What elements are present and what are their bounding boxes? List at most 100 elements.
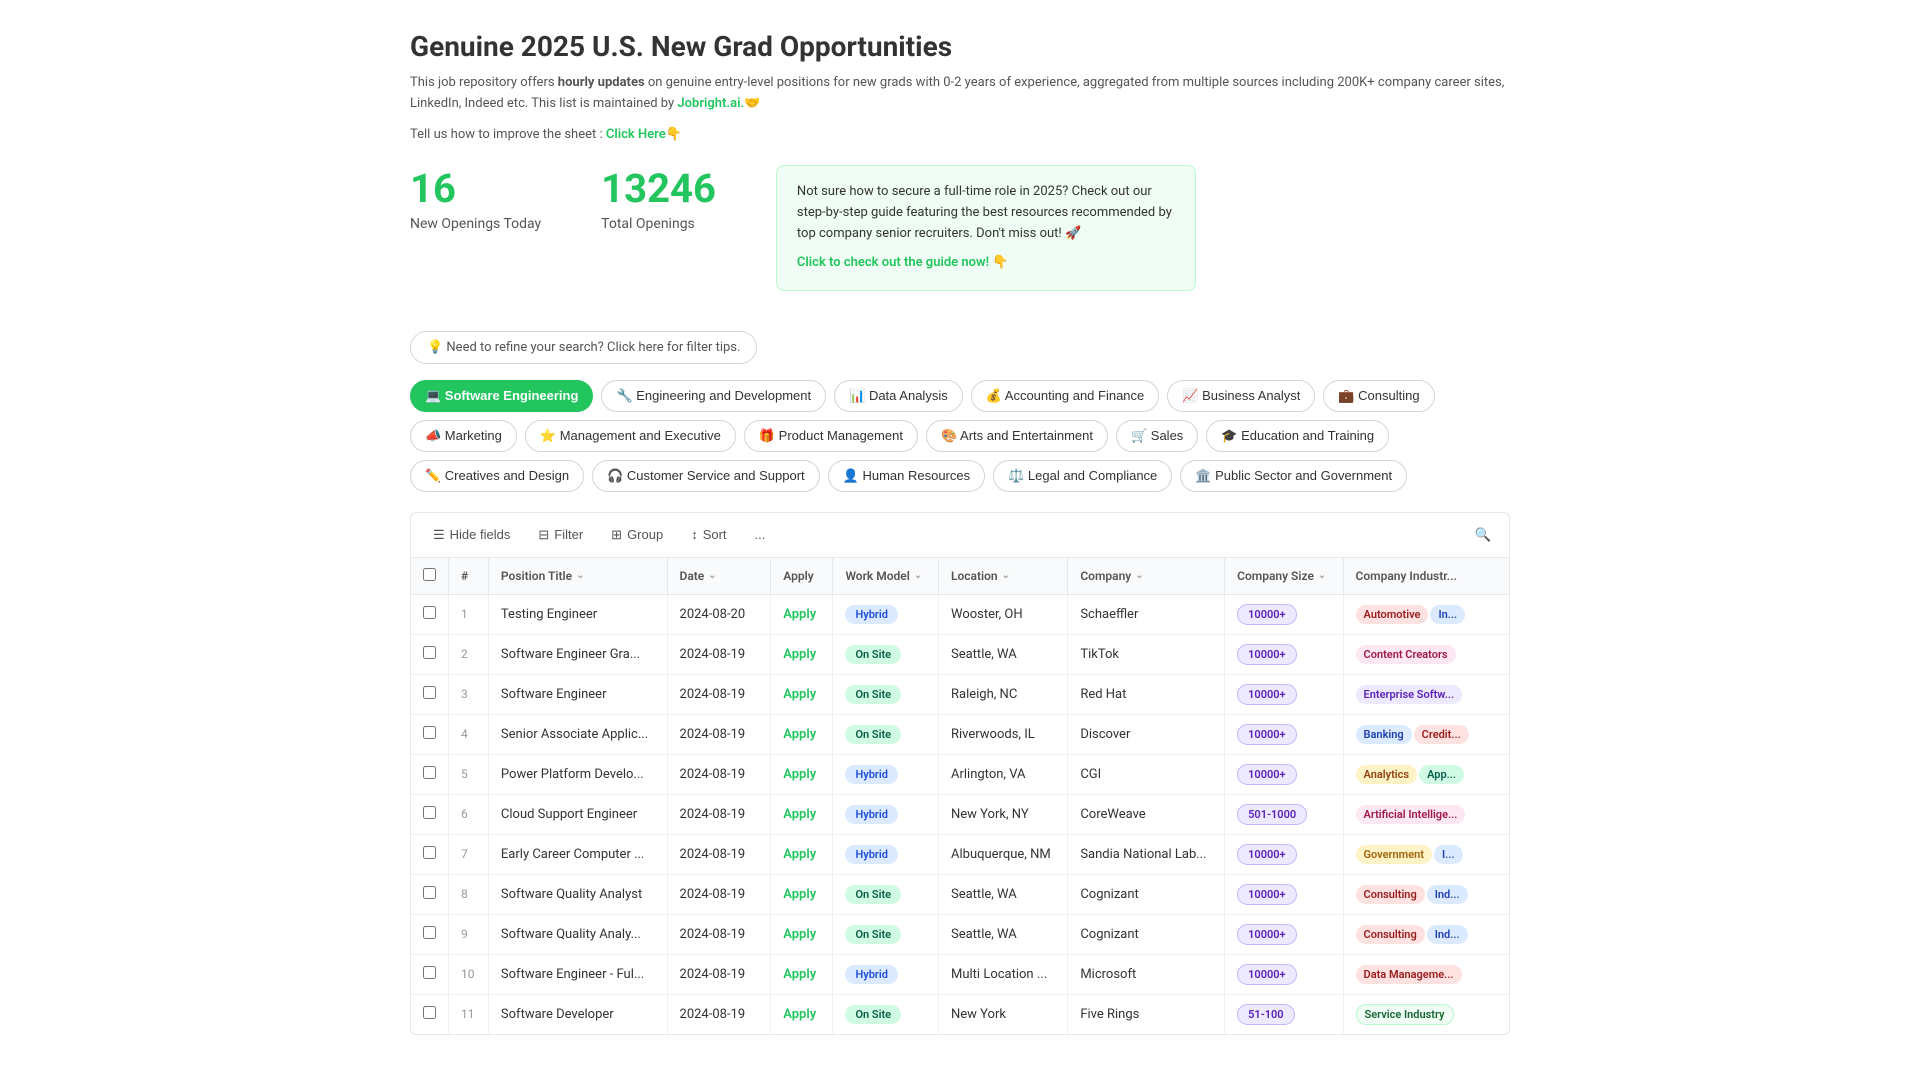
position-title-cell: Software Engineer	[488, 674, 667, 714]
row-checkbox[interactable]	[423, 926, 436, 939]
apply-cell[interactable]: Apply	[771, 914, 833, 954]
filter-button[interactable]: ⊟ Filter	[528, 522, 593, 548]
company-cell: Cognizant	[1068, 874, 1225, 914]
row-checkbox-cell[interactable]	[411, 834, 449, 874]
row-checkbox-cell[interactable]	[411, 794, 449, 834]
category-button-7[interactable]: ⭐ Management and Executive	[525, 420, 736, 452]
apply-link[interactable]: Apply	[783, 1007, 816, 1022]
apply-cell[interactable]: Apply	[771, 754, 833, 794]
work-model-cell: On Site	[833, 874, 939, 914]
new-openings-number: 16	[410, 165, 541, 212]
row-checkbox-cell[interactable]	[411, 714, 449, 754]
category-button-1[interactable]: 🔧 Engineering and Development	[601, 380, 826, 412]
promo-link[interactable]: Click to check out the guide now! 👇	[797, 255, 1009, 270]
category-button-12[interactable]: ✏️ Creatives and Design	[410, 460, 584, 492]
row-checkbox-cell[interactable]	[411, 914, 449, 954]
apply-link[interactable]: Apply	[783, 727, 816, 742]
apply-link[interactable]: Apply	[783, 927, 816, 942]
th-checkbox[interactable]	[411, 558, 449, 595]
select-all-checkbox[interactable]	[423, 568, 436, 581]
category-button-11[interactable]: 🎓 Education and Training	[1206, 420, 1389, 452]
row-checkbox-cell[interactable]	[411, 674, 449, 714]
hide-fields-button[interactable]: ☰ Hide fields	[423, 522, 520, 548]
th-apply[interactable]: Apply	[771, 558, 833, 595]
industry-cell: AnalyticsApp...	[1343, 754, 1509, 794]
company-size-cell: 10000+	[1225, 954, 1343, 994]
row-checkbox-cell[interactable]	[411, 594, 449, 634]
row-number: 6	[449, 794, 489, 834]
apply-link[interactable]: Apply	[783, 847, 816, 862]
sort-button[interactable]: ↕ Sort	[681, 522, 736, 547]
category-button-10[interactable]: 🛒 Sales	[1116, 420, 1198, 452]
apply-cell[interactable]: Apply	[771, 954, 833, 994]
th-company-size[interactable]: Company Size ⌄	[1225, 558, 1343, 595]
apply-link[interactable]: Apply	[783, 687, 816, 702]
date-cell: 2024-08-19	[667, 994, 771, 1034]
work-model-cell: On Site	[833, 634, 939, 674]
category-button-6[interactable]: 📣 Marketing	[410, 420, 517, 452]
work-model-badge: On Site	[845, 925, 901, 944]
apply-link[interactable]: Apply	[783, 767, 816, 782]
company-size-badge: 10000+	[1237, 724, 1296, 745]
apply-cell[interactable]: Apply	[771, 714, 833, 754]
location-cell: Albuquerque, NM	[939, 834, 1068, 874]
group-button[interactable]: ⊞ Group	[601, 522, 673, 548]
category-button-0[interactable]: 💻 Software Engineering	[410, 380, 593, 412]
row-checkbox-cell[interactable]	[411, 634, 449, 674]
row-checkbox[interactable]	[423, 766, 436, 779]
category-button-14[interactable]: 👤 Human Resources	[828, 460, 985, 492]
category-button-4[interactable]: 📈 Business Analyst	[1167, 380, 1315, 412]
row-checkbox[interactable]	[423, 726, 436, 739]
th-company[interactable]: Company ⌄	[1068, 558, 1225, 595]
category-button-13[interactable]: 🎧 Customer Service and Support	[592, 460, 820, 492]
more-button[interactable]: ...	[745, 522, 776, 547]
apply-link[interactable]: Apply	[783, 967, 816, 982]
apply-cell[interactable]: Apply	[771, 674, 833, 714]
th-location[interactable]: Location ⌄	[939, 558, 1068, 595]
industry-cell: AutomotiveIn...	[1343, 594, 1509, 634]
th-company-industry[interactable]: Company Industr...	[1343, 558, 1509, 595]
row-checkbox[interactable]	[423, 1006, 436, 1019]
category-button-5[interactable]: 💼 Consulting	[1323, 380, 1434, 412]
row-checkbox[interactable]	[423, 646, 436, 659]
category-button-3[interactable]: 💰 Accounting and Finance	[971, 380, 1160, 412]
th-position-title[interactable]: Position Title ⌄	[488, 558, 667, 595]
category-button-2[interactable]: 📊 Data Analysis	[834, 380, 963, 412]
category-button-16[interactable]: 🏛️ Public Sector and Government	[1180, 460, 1407, 492]
search-button[interactable]: 🔍	[1469, 521, 1497, 549]
th-work-model[interactable]: Work Model ⌄	[833, 558, 939, 595]
date-cell: 2024-08-19	[667, 674, 771, 714]
th-date[interactable]: Date ⌄	[667, 558, 771, 595]
category-button-15[interactable]: ⚖️ Legal and Compliance	[993, 460, 1172, 492]
table-row: 2 Software Engineer Gra... 2024-08-19 Ap…	[411, 634, 1509, 674]
row-checkbox-cell[interactable]	[411, 994, 449, 1034]
feedback-link[interactable]: Click Here👇	[606, 127, 682, 142]
apply-cell[interactable]: Apply	[771, 994, 833, 1034]
apply-cell[interactable]: Apply	[771, 794, 833, 834]
apply-link[interactable]: Apply	[783, 647, 816, 662]
filter-tip-button[interactable]: 💡 Need to refine your search? Click here…	[410, 331, 757, 364]
jobright-link[interactable]: Jobright.ai.🤝	[677, 96, 760, 111]
company-cell: Five Rings	[1068, 994, 1225, 1034]
row-checkbox-cell[interactable]	[411, 874, 449, 914]
apply-link[interactable]: Apply	[783, 887, 816, 902]
apply-cell[interactable]: Apply	[771, 874, 833, 914]
category-button-8[interactable]: 🎁 Product Management	[744, 420, 918, 452]
row-checkbox-cell[interactable]	[411, 754, 449, 794]
row-checkbox[interactable]	[423, 846, 436, 859]
apply-cell[interactable]: Apply	[771, 594, 833, 634]
row-checkbox[interactable]	[423, 886, 436, 899]
company-size-badge: 10000+	[1237, 964, 1296, 985]
date-cell: 2024-08-19	[667, 874, 771, 914]
row-checkbox[interactable]	[423, 686, 436, 699]
row-checkbox[interactable]	[423, 806, 436, 819]
apply-cell[interactable]: Apply	[771, 634, 833, 674]
row-checkbox[interactable]	[423, 606, 436, 619]
row-checkbox[interactable]	[423, 966, 436, 979]
row-checkbox-cell[interactable]	[411, 954, 449, 994]
apply-link[interactable]: Apply	[783, 607, 816, 622]
category-button-9[interactable]: 🎨 Arts and Entertainment	[926, 420, 1108, 452]
category-tabs: 💻 Software Engineering🔧 Engineering and …	[410, 380, 1510, 492]
apply-link[interactable]: Apply	[783, 807, 816, 822]
apply-cell[interactable]: Apply	[771, 834, 833, 874]
